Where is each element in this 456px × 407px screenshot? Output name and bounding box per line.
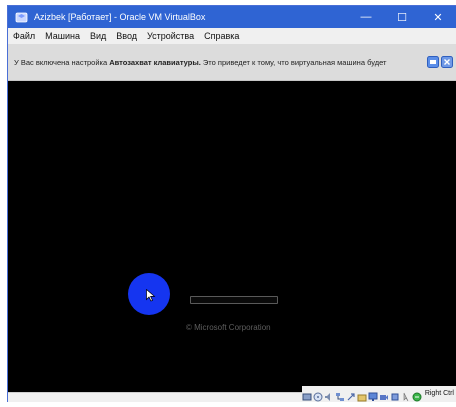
virtualbox-icon [14, 10, 28, 24]
usb-icon[interactable] [346, 389, 356, 400]
copyright-text: © Microsoft Corporation [186, 323, 271, 332]
network-icon[interactable] [335, 389, 345, 401]
video-capture-icon[interactable] [379, 389, 389, 400]
menu-bar: Файл Машина Вид Ввод Устройства Справка [8, 28, 456, 45]
shared-folders-icon[interactable] [357, 389, 367, 401]
minimize-button[interactable]: — [348, 6, 384, 28]
notice-suffix: Это приведет к тому, что виртуальная маш… [200, 57, 387, 67]
menu-view[interactable]: Вид [85, 31, 111, 41]
optical-drive-icon[interactable] [313, 389, 323, 401]
mouse-pointer-icon [146, 288, 156, 307]
notice-close-icon[interactable] [441, 56, 453, 68]
host-key-label: Right Ctrl [424, 390, 454, 397]
close-button[interactable]: ✕ [420, 6, 456, 28]
status-indicators: Right Ctrl [301, 386, 456, 401]
auto-capture-notice: У Вас включена настройка Автозахват клав… [8, 44, 456, 81]
menu-help[interactable]: Справка [199, 31, 244, 41]
display-icon[interactable] [368, 389, 378, 401]
menu-input[interactable]: Ввод [111, 31, 142, 41]
cursor-highlight [128, 273, 170, 315]
notice-prefix: У Вас включена настройка [14, 57, 110, 67]
menu-devices[interactable]: Устройства [142, 31, 199, 41]
notice-text: У Вас включена настройка Автозахват клав… [8, 58, 427, 67]
boot-progress-bar [190, 296, 278, 304]
vm-display[interactable]: © Microsoft Corporation [8, 81, 456, 392]
title-bar[interactable]: Azizbek [Работает] - Oracle VM VirtualBo… [8, 6, 456, 28]
audio-icon[interactable] [324, 389, 334, 401]
cpu-icon[interactable] [390, 389, 400, 400]
menu-machine[interactable]: Машина [40, 31, 85, 41]
virtualbox-window: Azizbek [Работает] - Oracle VM VirtualBo… [8, 6, 456, 402]
hard-disk-icon[interactable] [302, 389, 312, 400]
notice-info-icon[interactable] [427, 56, 439, 68]
menu-file[interactable]: Файл [8, 31, 40, 41]
mouse-integration-icon[interactable] [401, 389, 411, 401]
window-title: Azizbek [Работает] - Oracle VM VirtualBo… [34, 12, 206, 22]
maximize-button[interactable]: ☐ [384, 6, 420, 28]
host-key-icon[interactable] [412, 389, 422, 401]
notice-bold: Автозахват клавиатуры. [109, 57, 201, 67]
